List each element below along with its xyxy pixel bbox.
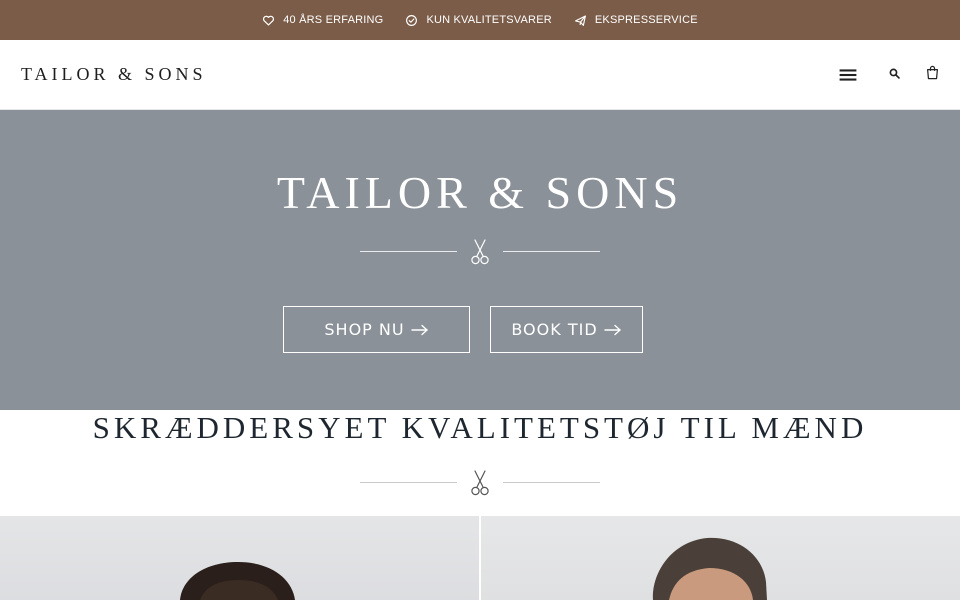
scissors-icon	[470, 239, 490, 265]
divider-line	[503, 482, 600, 483]
model-photo-right[interactable]	[481, 516, 960, 600]
photo-grid	[0, 516, 960, 600]
paper-plane-icon	[574, 14, 587, 27]
intro-section: SKRÆDDERSYET KVALITETSTØJ TIL MÆND	[0, 410, 960, 516]
search-icon[interactable]	[885, 64, 903, 82]
divider-line	[360, 482, 457, 483]
usp-quality: KUN KVALITETSVARER	[405, 14, 552, 27]
hero-title: TAILOR & SONS	[276, 167, 684, 218]
menu-icon[interactable]	[836, 65, 860, 85]
usp-bar: 40 ÅRS ERFARING KUN KVALITETSVARER EKSPR…	[0, 0, 960, 40]
section-divider	[360, 470, 600, 496]
button-label: BOOK TID	[511, 320, 598, 339]
hero-banner: TAILOR & SONS SHOP NU BOOK TID	[0, 110, 960, 410]
shop-now-button[interactable]: SHOP NU	[283, 306, 470, 353]
usp-label: 40 ÅRS ERFARING	[283, 14, 384, 26]
divider-line	[360, 251, 457, 252]
usp-label: KUN KVALITETSVARER	[426, 14, 552, 26]
heart-icon	[262, 14, 275, 27]
divider-line	[503, 251, 600, 252]
scissors-icon	[470, 470, 490, 496]
site-logo[interactable]: TAILOR & SONS	[21, 64, 207, 85]
section-title: SKRÆDDERSYET KVALITETSTØJ TIL MÆND	[92, 410, 868, 445]
usp-label: EKSPRESSERVICE	[594, 14, 698, 26]
arrow-right-icon	[410, 324, 429, 336]
book-appointment-button[interactable]: BOOK TID	[490, 306, 643, 353]
check-circle-icon	[405, 14, 418, 27]
button-label: SHOP NU	[324, 320, 405, 339]
usp-experience: 40 ÅRS ERFARING	[262, 14, 383, 27]
model-photo-left[interactable]	[0, 516, 479, 600]
arrow-right-icon	[603, 324, 622, 336]
usp-express: EKSPRESSERVICE	[574, 14, 698, 27]
cart-icon[interactable]	[923, 62, 941, 82]
hero-divider	[360, 239, 600, 265]
site-header: TAILOR & SONS	[0, 40, 960, 110]
